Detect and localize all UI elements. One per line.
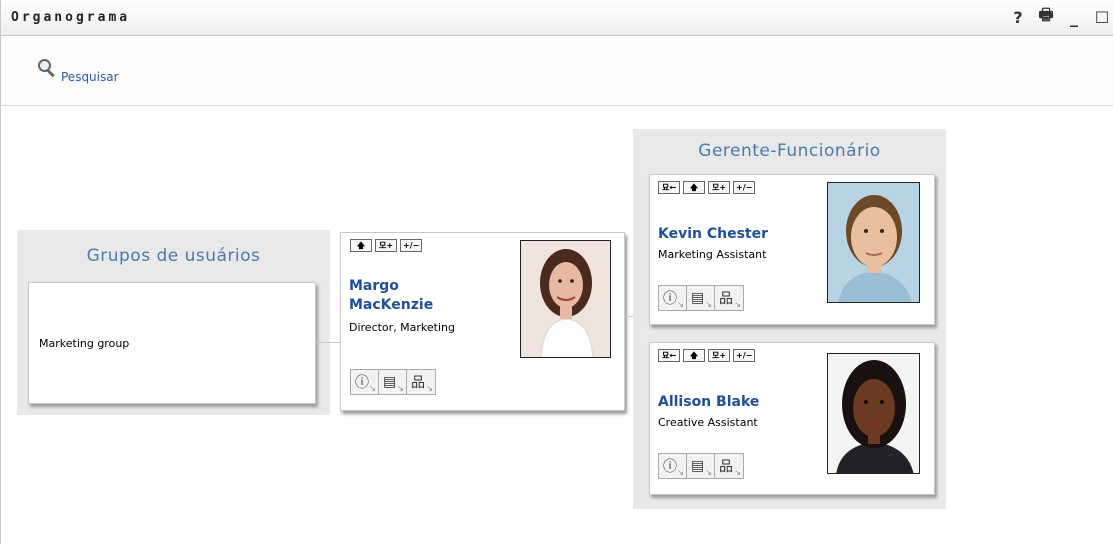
action-bar: ⓘ ↘ ▤ ↘ 品 ↘	[658, 285, 744, 311]
person-card-kevin: 묘← 🡅 모+ +/− Kevin Chester Marketing Assi…	[649, 174, 935, 325]
dropdown-arrow-icon: ↘	[369, 384, 376, 393]
up-button[interactable]: 🡅	[350, 239, 372, 252]
group-card[interactable]: Marketing group	[28, 282, 316, 404]
up-button[interactable]: 🡅	[683, 181, 705, 194]
info-action[interactable]: ⓘ ↘	[351, 370, 379, 394]
help-icon[interactable]: ?	[1007, 6, 1029, 28]
group-item[interactable]: Marketing group	[39, 337, 129, 350]
org-chart-icon: 品	[719, 459, 733, 475]
email-action[interactable]: ▤ ↘	[687, 286, 715, 310]
minimize-icon[interactable]: _	[1063, 6, 1085, 28]
info-icon: ⓘ	[663, 291, 677, 307]
org-action[interactable]: 品 ↘	[715, 286, 743, 310]
info-icon: ⓘ	[355, 375, 369, 391]
person-name-line1[interactable]: Margo	[349, 277, 433, 296]
person-name[interactable]: Kevin Chester	[658, 225, 768, 244]
email-action[interactable]: ▤ ↘	[379, 370, 407, 394]
toggle-button[interactable]: +/−	[733, 181, 756, 194]
person-card-margo: 🡅 모+ +/− Margo MacKenzie Director, Marke…	[340, 232, 625, 411]
manager-panel-title: Gerente-Funcionário	[698, 141, 881, 161]
org-action[interactable]: 品 ↘	[407, 370, 435, 394]
card-buttons: 묘← 🡅 모+ +/−	[658, 181, 756, 194]
email-icon: ▤	[383, 374, 397, 390]
print-icon[interactable]: 🖶	[1035, 5, 1057, 28]
toggle-button[interactable]: +/−	[733, 349, 756, 362]
person-title: Creative Assistant	[658, 416, 758, 429]
info-icon: ⓘ	[663, 459, 677, 475]
expand-reports-button[interactable]: 모+	[708, 181, 730, 194]
groups-panel-title: Grupos de usuários	[86, 246, 261, 266]
search-link[interactable]: Pesquisar	[37, 58, 119, 84]
info-action[interactable]: ⓘ ↘	[659, 286, 687, 310]
action-bar: ⓘ ↘ ▤ ↘ 品 ↘	[350, 369, 436, 395]
org-action[interactable]: 品 ↘	[715, 454, 743, 478]
portrait-image	[828, 183, 919, 302]
person-name[interactable]: Margo MacKenzie	[349, 277, 433, 315]
info-action[interactable]: ⓘ ↘	[659, 454, 687, 478]
email-action[interactable]: ▤ ↘	[687, 454, 715, 478]
magnifier-icon[interactable]	[37, 58, 59, 80]
dropdown-arrow-icon: ↘	[734, 468, 741, 477]
card-buttons: 🡅 모+ +/−	[350, 239, 423, 252]
person-card-allison: 묘← 🡅 모+ +/− Allison Blake Creative Assis…	[649, 342, 935, 495]
org-chart-icon: 品	[411, 375, 425, 391]
toolbar: Pesquisar	[0, 36, 1113, 106]
person-name-line2[interactable]: MacKenzie	[349, 296, 433, 315]
toggle-button[interactable]: +/−	[400, 239, 423, 252]
window-titlebar: Organograma ? 🖶 _ ☐	[0, 0, 1113, 36]
dropdown-arrow-icon: ↘	[734, 300, 741, 309]
expand-reports-button[interactable]: 모+	[708, 349, 730, 362]
connector-line	[316, 342, 340, 343]
maximize-icon[interactable]: ☐	[1091, 6, 1113, 28]
person-title: Director, Marketing	[349, 321, 456, 334]
dropdown-arrow-icon: ↘	[426, 384, 433, 393]
dropdown-arrow-icon: ↘	[705, 468, 712, 477]
search-label[interactable]: Pesquisar	[61, 70, 119, 84]
email-icon: ▤	[691, 290, 705, 306]
dropdown-arrow-icon: ↘	[677, 300, 684, 309]
window-controls: ? 🖶 _ ☐	[1007, 5, 1113, 28]
card-buttons: 묘← 🡅 모+ +/−	[658, 349, 756, 362]
org-chart-icon: 品	[719, 291, 733, 307]
dropdown-arrow-icon: ↘	[677, 468, 684, 477]
expand-reports-button[interactable]: 모+	[375, 239, 397, 252]
dropdown-arrow-icon: ↘	[397, 384, 404, 393]
back-button[interactable]: 묘←	[658, 181, 680, 194]
action-bar: ⓘ ↘ ▤ ↘ 品 ↘	[658, 453, 744, 479]
person-photo	[827, 182, 920, 303]
up-button[interactable]: 🡅	[683, 349, 705, 362]
portrait-image	[521, 241, 610, 357]
person-name[interactable]: Allison Blake	[658, 393, 759, 412]
email-icon: ▤	[691, 458, 705, 474]
org-chart-area: Grupos de usuários Marketing group 🡅 모+ …	[0, 106, 1113, 544]
person-photo	[520, 240, 611, 358]
person-photo	[827, 353, 920, 474]
back-button[interactable]: 묘←	[658, 349, 680, 362]
manager-employee-panel: Gerente-Funcionário 묘← 🡅 모+ +/− Kevin Ch…	[633, 129, 946, 509]
groups-panel: Grupos de usuários Marketing group	[17, 230, 330, 415]
window-title: Organograma	[11, 10, 131, 25]
dropdown-arrow-icon: ↘	[705, 300, 712, 309]
person-title: Marketing Assistant	[658, 248, 767, 261]
portrait-image	[828, 354, 919, 473]
